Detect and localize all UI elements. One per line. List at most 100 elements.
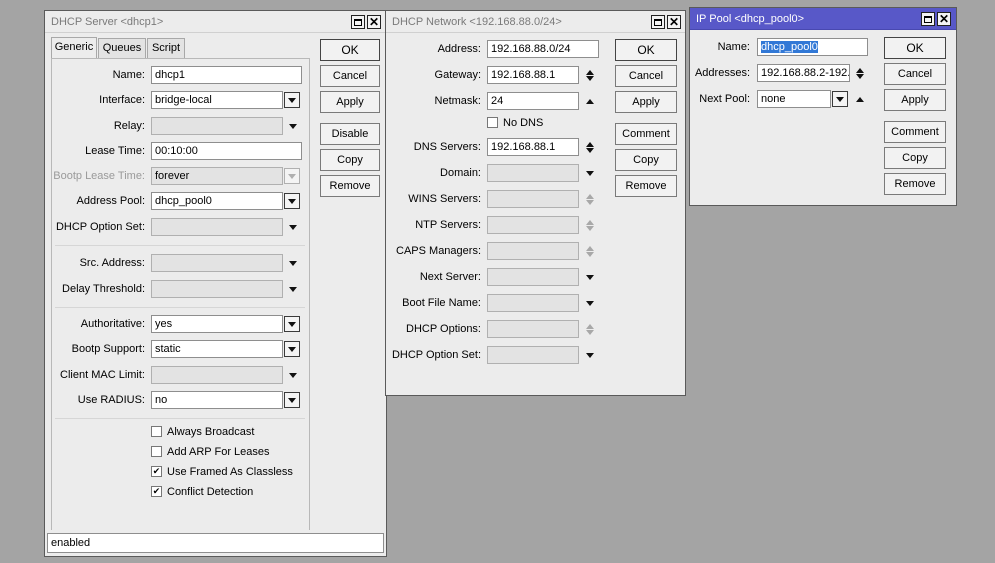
dhcp-option-set-field[interactable] (151, 218, 283, 236)
bootp-lease-time-field[interactable]: forever (151, 167, 283, 185)
remove-button[interactable]: Remove (320, 175, 380, 197)
ntp-servers-field[interactable] (487, 216, 579, 234)
pool-name-label: Name: (717, 41, 750, 53)
dhcp-network-title: DHCP Network <192.168.88.0/24> (392, 16, 562, 28)
bootp-support-dropdown-icon[interactable] (284, 341, 300, 357)
remove-button[interactable]: Remove (615, 175, 677, 197)
domain-label: Domain: (440, 167, 481, 179)
cancel-button[interactable]: Cancel (320, 65, 380, 87)
dhcp-option-set-field[interactable] (487, 346, 579, 364)
dhcp-server-titlebar[interactable]: DHCP Server <dhcp1> (45, 11, 386, 33)
authoritative-label: Authoritative: (80, 318, 145, 330)
ok-button[interactable]: OK (884, 37, 946, 59)
comment-button[interactable]: Comment (615, 123, 677, 145)
wins-servers-spin-up-down-icon[interactable] (584, 190, 596, 208)
bootp-support-select[interactable]: static (151, 340, 283, 358)
apply-button[interactable]: Apply (884, 89, 946, 111)
dns-servers-field[interactable]: 192.168.88.1 (487, 138, 579, 156)
dhcp-network-titlebar[interactable]: DHCP Network <192.168.88.0/24> (386, 11, 685, 33)
maximize-icon[interactable] (921, 12, 935, 26)
interface-dropdown-icon[interactable] (284, 92, 300, 108)
conflict-detection-checkbox[interactable]: ✔ (151, 486, 162, 497)
boot-file-name-field[interactable] (487, 294, 579, 312)
close-icon[interactable]: ✕ (667, 15, 681, 29)
conflict-detection-label: Conflict Detection (167, 486, 254, 498)
gateway-spin-up-down-icon[interactable] (584, 66, 596, 84)
lease-time-field[interactable]: 00:10:00 (151, 142, 302, 160)
address-pool-dropdown-icon[interactable] (284, 193, 300, 209)
next-pool-label: Next Pool: (699, 93, 750, 105)
caps-managers-spin-up-down-icon[interactable] (584, 242, 596, 260)
disable-button[interactable]: Disable (320, 123, 380, 145)
delay-threshold-dropdown-icon[interactable] (287, 280, 299, 298)
use-radius-select[interactable]: no (151, 391, 283, 409)
ip-pool-window: IP Pool <dhcp_pool0> ✕ Name: dhcp_pool0 … (689, 7, 957, 206)
authoritative-select[interactable]: yes (151, 315, 283, 333)
dhcp-server-window: DHCP Server <dhcp1> ✕ Generic Queues Scr… (44, 10, 387, 557)
dns-servers-label: DNS Servers: (413, 141, 481, 153)
tab-queues[interactable]: Queues (98, 38, 146, 58)
dhcp-option-set-dropdown-icon[interactable] (287, 218, 299, 236)
dhcp-option-set-dropdown-icon[interactable] (584, 346, 596, 364)
use-framed-checkbox[interactable]: ✔ (151, 466, 162, 477)
cancel-button[interactable]: Cancel (615, 65, 677, 87)
comment-button[interactable]: Comment (884, 121, 946, 143)
next-pool-select[interactable]: none (757, 90, 831, 108)
next-server-dropdown-icon[interactable] (584, 268, 596, 286)
pool-name-field[interactable]: dhcp_pool0 (757, 38, 868, 56)
maximize-icon[interactable] (651, 15, 665, 29)
addresses-spin-up-down-icon[interactable] (854, 64, 866, 82)
copy-button[interactable]: Copy (884, 147, 946, 169)
bootp-lease-time-dropdown-icon[interactable] (284, 168, 300, 184)
cancel-button[interactable]: Cancel (884, 63, 946, 85)
wins-servers-field[interactable] (487, 190, 579, 208)
delay-threshold-field[interactable] (151, 280, 283, 298)
ip-pool-titlebar[interactable]: IP Pool <dhcp_pool0> (690, 8, 956, 30)
netmask-collapse-icon[interactable] (584, 92, 596, 110)
src-address-dropdown-icon[interactable] (287, 254, 299, 272)
dns-servers-spin-up-down-icon[interactable] (584, 138, 596, 156)
dhcp-option-set-label: DHCP Option Set: (55, 221, 145, 233)
no-dns-checkbox[interactable] (487, 117, 498, 128)
dhcp-options-spin-up-down-icon[interactable] (584, 320, 596, 338)
caps-managers-field[interactable] (487, 242, 579, 260)
close-icon[interactable]: ✕ (937, 12, 951, 26)
caps-managers-label: CAPS Managers: (396, 245, 481, 257)
next-server-field[interactable] (487, 268, 579, 286)
interface-select[interactable]: bridge-local (151, 91, 283, 109)
netmask-field[interactable]: 24 (487, 92, 579, 110)
apply-button[interactable]: Apply (320, 91, 380, 113)
apply-button[interactable]: Apply (615, 91, 677, 113)
ntp-servers-spin-up-down-icon[interactable] (584, 216, 596, 234)
relay-field[interactable] (151, 117, 283, 135)
ok-button[interactable]: OK (320, 39, 380, 61)
address-field[interactable]: 192.168.88.0/24 (487, 40, 599, 58)
authoritative-dropdown-icon[interactable] (284, 316, 300, 332)
next-pool-dropdown-icon[interactable] (832, 91, 848, 107)
close-icon[interactable]: ✕ (367, 15, 381, 29)
remove-button[interactable]: Remove (884, 173, 946, 195)
copy-button[interactable]: Copy (320, 149, 380, 171)
use-radius-dropdown-icon[interactable] (284, 392, 300, 408)
domain-dropdown-icon[interactable] (584, 164, 596, 182)
relay-dropdown-icon[interactable] (287, 117, 299, 135)
dhcp-options-label: DHCP Options: (406, 323, 481, 335)
client-mac-limit-field[interactable] (151, 366, 283, 384)
name-field[interactable]: dhcp1 (151, 66, 302, 84)
pool-addresses-field[interactable]: 192.168.88.2-192. (757, 64, 850, 82)
maximize-icon[interactable] (351, 15, 365, 29)
dhcp-options-field[interactable] (487, 320, 579, 338)
gateway-field[interactable]: 192.168.88.1 (487, 66, 579, 84)
copy-button[interactable]: Copy (615, 149, 677, 171)
next-pool-collapse-icon[interactable] (854, 90, 866, 108)
domain-field[interactable] (487, 164, 579, 182)
tab-script[interactable]: Script (147, 38, 185, 58)
add-arp-checkbox[interactable] (151, 446, 162, 457)
address-pool-select[interactable]: dhcp_pool0 (151, 192, 283, 210)
always-broadcast-checkbox[interactable] (151, 426, 162, 437)
boot-file-name-dropdown-icon[interactable] (584, 294, 596, 312)
tab-generic[interactable]: Generic (51, 37, 97, 58)
client-mac-limit-dropdown-icon[interactable] (287, 366, 299, 384)
ok-button[interactable]: OK (615, 39, 677, 61)
src-address-field[interactable] (151, 254, 283, 272)
